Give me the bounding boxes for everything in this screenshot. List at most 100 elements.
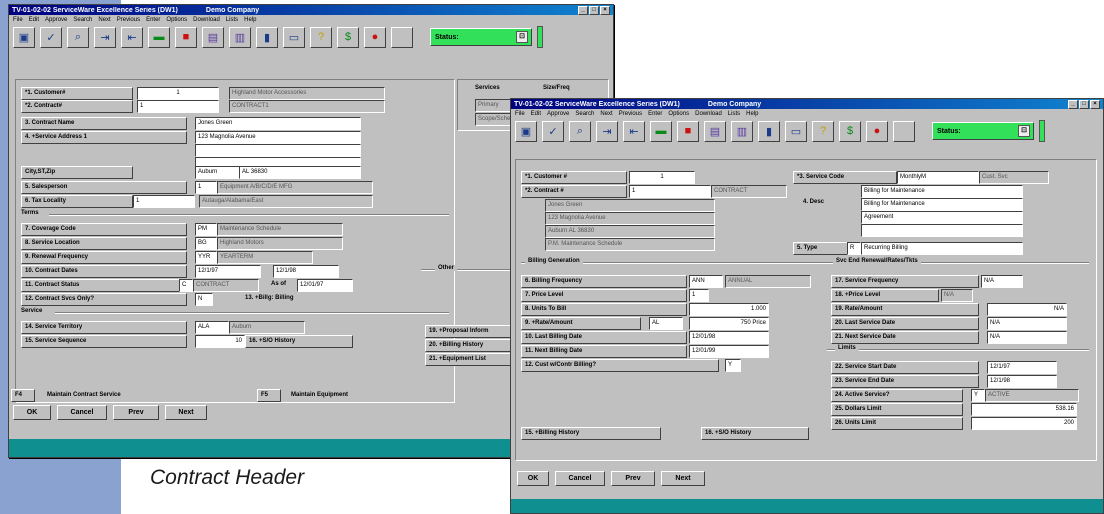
- service-address-label[interactable]: 4. +Service Address 1: [21, 131, 187, 144]
- menu-download[interactable]: Download: [193, 17, 220, 23]
- status-popup-icon[interactable]: ⊡: [516, 31, 528, 43]
- money-icon[interactable]: $: [839, 120, 861, 142]
- options-icon[interactable]: ▥: [229, 26, 251, 48]
- menu-enter[interactable]: Enter: [648, 111, 662, 117]
- next-billing-date-field[interactable]: 12/01/99: [689, 345, 769, 358]
- service-address-field[interactable]: 123 Magnolia Avenue: [195, 131, 361, 144]
- menu-next[interactable]: Next: [600, 111, 612, 117]
- type-field[interactable]: R: [847, 242, 861, 255]
- help-icon[interactable]: ?: [812, 120, 834, 142]
- delete-icon[interactable]: ■: [677, 120, 699, 142]
- menu-next[interactable]: Next: [98, 17, 110, 23]
- desc-line-3[interactable]: Agreement: [861, 211, 1023, 224]
- cancel-button[interactable]: Cancel: [555, 471, 605, 486]
- service-address-line2[interactable]: [195, 144, 361, 157]
- as-of-date[interactable]: 12/01/97: [297, 279, 353, 292]
- desc-line-4[interactable]: [861, 224, 1023, 237]
- units-to-bill-field[interactable]: 1.000: [689, 303, 769, 316]
- menu-options[interactable]: Options: [166, 17, 187, 23]
- renewal-frequency-field[interactable]: YYR: [195, 251, 217, 264]
- contract-status-field[interactable]: C: [179, 279, 193, 292]
- price-level-field[interactable]: 1: [689, 289, 709, 302]
- last-service-date-field[interactable]: N/A: [987, 317, 1067, 330]
- billing-link[interactable]: 13. +Billg: Billing: [245, 295, 294, 301]
- service-code-field[interactable]: MonthlyM: [897, 171, 979, 184]
- desc-line-1[interactable]: Billing for Maintenance: [861, 185, 1023, 198]
- menu-search[interactable]: Search: [575, 111, 594, 117]
- maximize-icon[interactable]: □: [1079, 99, 1089, 109]
- cust-contr-billing-field[interactable]: Y: [725, 359, 741, 372]
- next-icon[interactable]: ⇥: [596, 120, 618, 142]
- so-history-button[interactable]: 16. +S/O History: [701, 427, 809, 440]
- cancel-button[interactable]: Cancel: [57, 405, 107, 420]
- type-desc[interactable]: Recurring Billing: [861, 242, 1023, 255]
- desc-line-2[interactable]: Billing for Maintenance: [861, 198, 1023, 211]
- menu-help[interactable]: Help: [244, 17, 256, 23]
- menu-edit[interactable]: Edit: [29, 17, 39, 23]
- f4-key[interactable]: F4: [11, 389, 35, 402]
- enter-icon[interactable]: ▬: [148, 26, 170, 48]
- print-icon[interactable]: ▤: [202, 26, 224, 48]
- tax-locality-field[interactable]: 1: [133, 195, 195, 208]
- print-icon[interactable]: ▤: [704, 120, 726, 142]
- previous-icon[interactable]: ⇤: [623, 120, 645, 142]
- state-zip-field[interactable]: AL 36830: [239, 166, 361, 179]
- rate-amount-code[interactable]: AL: [649, 317, 683, 330]
- delete-icon[interactable]: ■: [175, 26, 197, 48]
- next-icon[interactable]: ⇥: [94, 26, 116, 48]
- contract-field[interactable]: 1: [137, 100, 219, 113]
- prev-button[interactable]: Prev: [611, 471, 655, 486]
- menu-download[interactable]: Download: [695, 111, 722, 117]
- menu-file[interactable]: File: [13, 17, 23, 23]
- help-icon[interactable]: ?: [310, 26, 332, 48]
- next-service-date-field[interactable]: N/A: [987, 331, 1067, 344]
- service-frequency-field[interactable]: N/A: [981, 275, 1023, 288]
- contract-svcs-only-field[interactable]: N: [195, 293, 213, 306]
- contract-field[interactable]: 1: [629, 185, 711, 198]
- salesperson-field[interactable]: 1: [195, 181, 217, 194]
- billing-frequency-field[interactable]: ANN: [689, 275, 723, 288]
- rate-amount-field-2[interactable]: N/A: [987, 303, 1067, 316]
- enter-icon[interactable]: ▬: [650, 120, 672, 142]
- menu-previous[interactable]: Previous: [619, 111, 642, 117]
- blank-icon[interactable]: [391, 26, 413, 48]
- coverage-code-field[interactable]: PM: [195, 223, 217, 236]
- chart-icon[interactable]: ▮: [256, 26, 278, 48]
- search-icon[interactable]: ⌕: [569, 120, 591, 142]
- customer-field[interactable]: 1: [629, 171, 695, 184]
- menu-options[interactable]: Options: [668, 111, 689, 117]
- minimize-icon[interactable]: _: [578, 5, 588, 15]
- close-icon[interactable]: ×: [600, 5, 610, 15]
- options-icon[interactable]: ▥: [731, 120, 753, 142]
- prev-button[interactable]: Prev: [113, 405, 159, 420]
- menu-lists[interactable]: Lists: [728, 111, 740, 117]
- contract-start-date[interactable]: 12/1/97: [195, 265, 261, 278]
- menu-edit[interactable]: Edit: [531, 111, 541, 117]
- menu-lists[interactable]: Lists: [226, 17, 238, 23]
- money-icon[interactable]: $: [337, 26, 359, 48]
- status-popup-icon[interactable]: ⊡: [1018, 125, 1030, 137]
- units-limit-field[interactable]: 200: [971, 417, 1077, 430]
- save-icon[interactable]: ▣: [13, 26, 35, 48]
- menu-approve[interactable]: Approve: [45, 17, 67, 23]
- f5-key[interactable]: F5: [257, 389, 281, 402]
- menu-approve[interactable]: Approve: [547, 111, 569, 117]
- stop-icon[interactable]: ●: [866, 120, 888, 142]
- blank-icon[interactable]: [893, 120, 915, 142]
- search-icon[interactable]: ⌕: [67, 26, 89, 48]
- contract-name-field[interactable]: Jones Green: [195, 117, 361, 130]
- save-icon[interactable]: ▣: [515, 120, 537, 142]
- city-field[interactable]: Auburn: [195, 166, 241, 179]
- contract-end-date[interactable]: 12/1/98: [273, 265, 339, 278]
- menu-search[interactable]: Search: [73, 17, 92, 23]
- service-territory-field[interactable]: ALA: [195, 321, 229, 334]
- approve-icon[interactable]: ✓: [40, 26, 62, 48]
- service-end-date-field[interactable]: 12/1/98: [987, 375, 1057, 388]
- ok-button[interactable]: OK: [13, 405, 51, 420]
- maximize-icon[interactable]: □: [589, 5, 599, 15]
- close-icon[interactable]: ×: [1090, 99, 1100, 109]
- list-icon[interactable]: ▭: [283, 26, 305, 48]
- service-sequence-field[interactable]: 10: [195, 335, 245, 348]
- menu-help[interactable]: Help: [746, 111, 758, 117]
- stop-icon[interactable]: ●: [364, 26, 386, 48]
